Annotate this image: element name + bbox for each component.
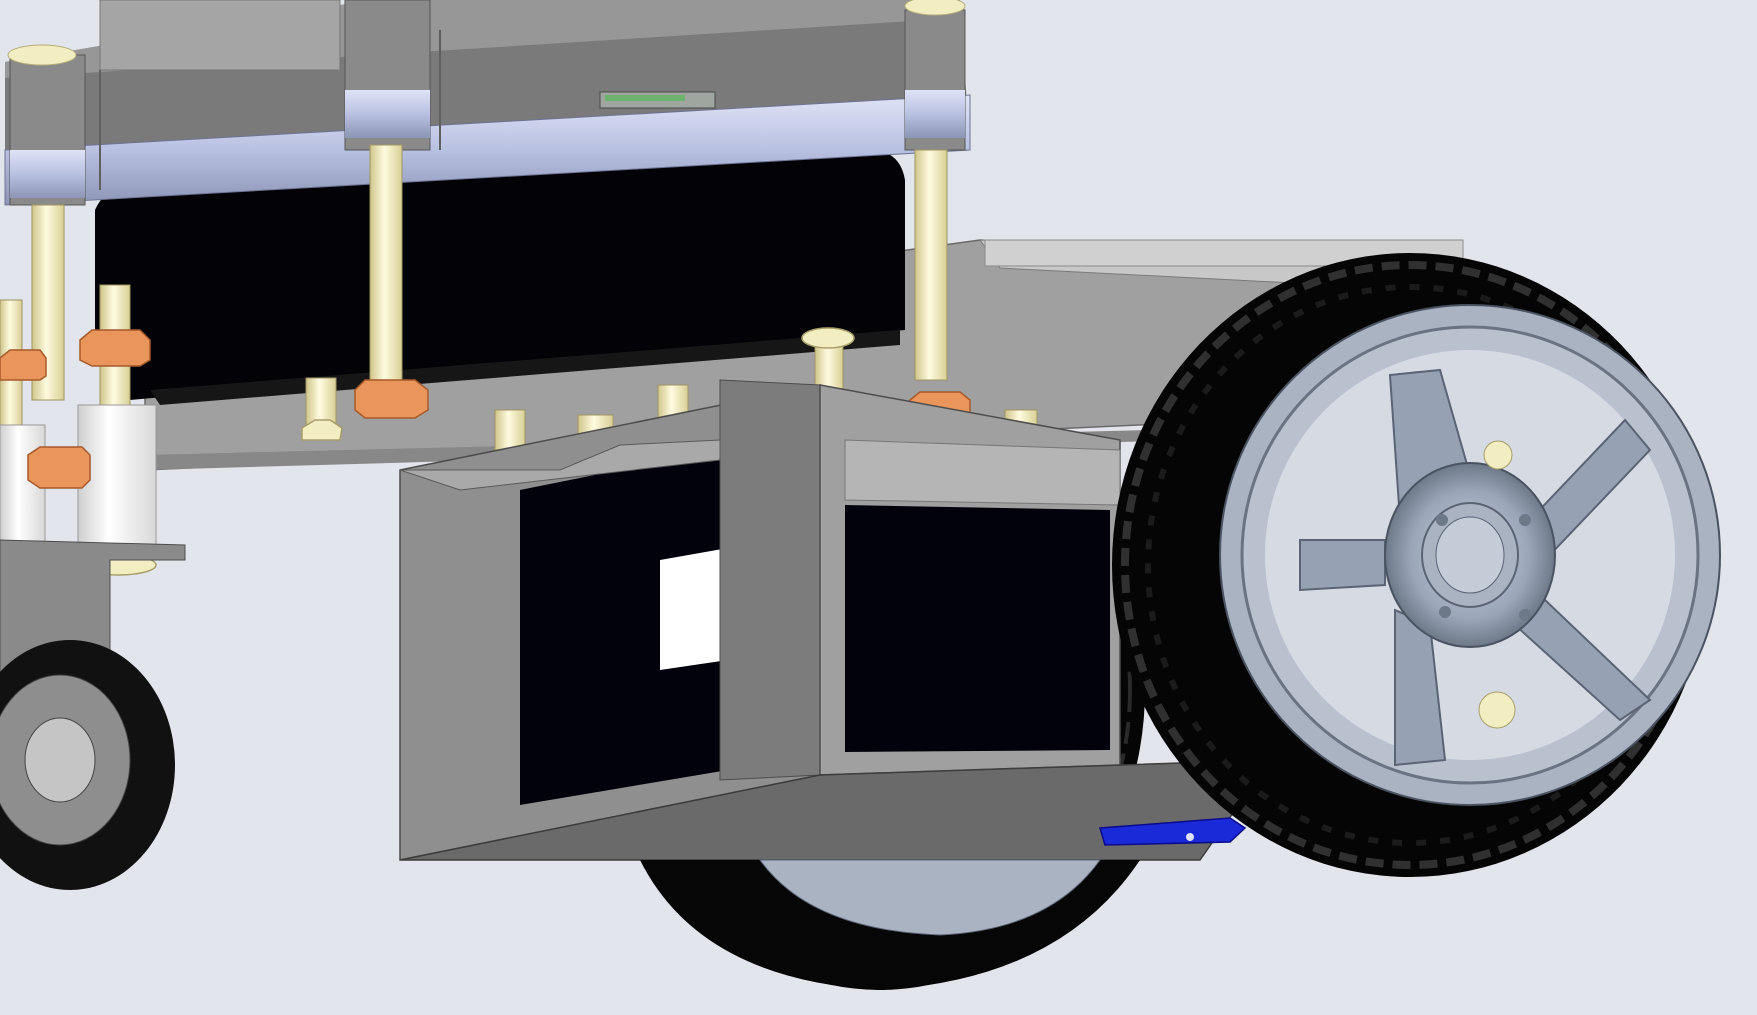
cad-render [0, 0, 1757, 1015]
cad-viewport [0, 0, 1757, 1015]
